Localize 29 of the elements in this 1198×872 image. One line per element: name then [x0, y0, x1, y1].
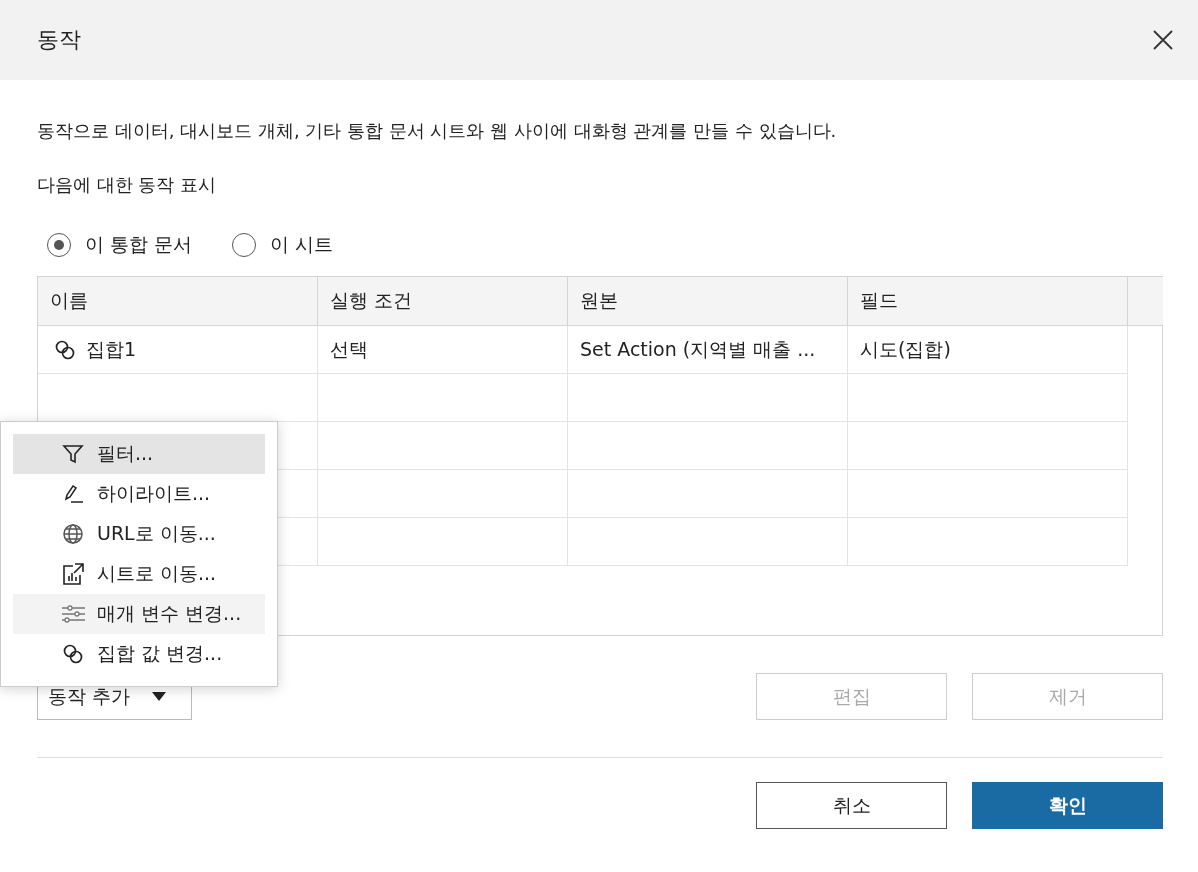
menu-item[interactable]: URL로 이동... [13, 514, 265, 554]
table-cell: 선택 [318, 326, 568, 374]
action-name: 집합1 [86, 336, 137, 362]
set-icon [54, 338, 76, 361]
scope-radio-option[interactable]: 이 시트 [232, 232, 334, 258]
menu-item[interactable]: 매개 변수 변경... [13, 594, 265, 634]
show-actions-label: 다음에 대한 동작 표시 [37, 173, 218, 197]
scope-radio-option[interactable]: 이 통합 문서 [47, 232, 193, 258]
menu-item[interactable]: 시트로 이동... [13, 554, 265, 594]
menu-item[interactable]: 하이라이트... [13, 474, 265, 514]
globe-icon [61, 523, 85, 545]
menu-item[interactable]: 필터... [13, 434, 265, 474]
column-header: 실행 조건 [318, 277, 568, 326]
cancel-button[interactable]: 취소 [756, 782, 947, 829]
table-cell: Set Action (지역별 매출 ... [568, 326, 848, 374]
window-title: 동작 [37, 26, 81, 54]
chart-arrow-icon [61, 562, 85, 586]
menu-item[interactable]: 집합 값 변경... [13, 634, 265, 674]
close-button[interactable] [1152, 29, 1174, 51]
column-header: 필드 [848, 277, 1128, 326]
table-cell: 시도(집합) [848, 326, 1128, 374]
column-header: 이름 [38, 277, 318, 326]
caret-icon [152, 692, 167, 701]
funnel-icon [61, 443, 85, 465]
set-icon [61, 643, 85, 665]
description-text: 동작으로 데이터, 대시보드 개체, 기타 통합 문서 시트와 웹 사이에 대화형 관계를 만들 수 있습니다. [37, 119, 838, 143]
column-header: 원본 [568, 277, 848, 326]
sliders-icon [61, 603, 85, 625]
ok-button[interactable]: 확인 [972, 782, 1163, 829]
